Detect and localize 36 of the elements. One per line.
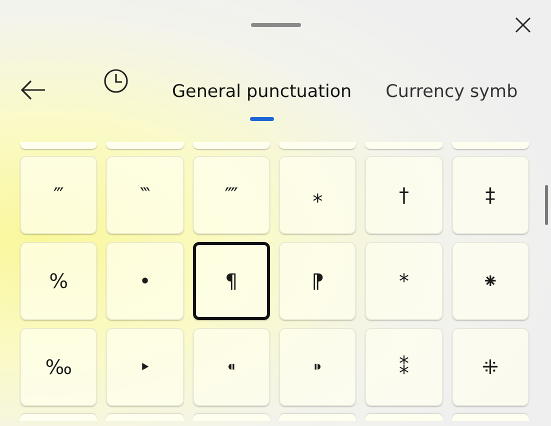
category-tab[interactable]: General punctuation — [172, 59, 352, 121]
symbol-key[interactable]: ‰ — [20, 328, 98, 406]
key-edge[interactable] — [278, 414, 356, 421]
close-icon[interactable] — [515, 17, 531, 33]
symbol-key[interactable]: ‡ — [452, 156, 529, 234]
symbol-key[interactable]: ⁑ — [365, 328, 443, 406]
scrollbar-thumb[interactable] — [545, 185, 548, 225]
symbol-key[interactable]: ⁕ — [452, 242, 529, 320]
key-edge[interactable] — [278, 142, 356, 149]
symbol-key[interactable]: † — [365, 156, 443, 234]
key-edge[interactable] — [452, 414, 529, 421]
key-edge[interactable] — [452, 142, 529, 149]
symbol-key[interactable]: ⁍ — [278, 328, 356, 406]
symbol-key[interactable]: • — [106, 242, 184, 320]
symbol-key[interactable]: ¶ — [192, 242, 270, 320]
key-edge[interactable] — [20, 414, 98, 421]
symbol-key[interactable]: ‷ — [106, 156, 184, 234]
symbol-key[interactable]: ⁋ — [279, 242, 356, 320]
symbol-key[interactable]: * — [365, 242, 443, 320]
key-edge[interactable] — [365, 414, 443, 421]
symbol-key[interactable]: % — [20, 242, 98, 320]
category-tab[interactable]: Currency symb — [386, 59, 518, 121]
key-edge[interactable] — [106, 414, 184, 421]
symbol-key[interactable]: ⁌ — [192, 328, 270, 406]
key-edge[interactable] — [365, 142, 443, 149]
drag-handle[interactable] — [250, 23, 300, 27]
key-edge[interactable] — [20, 142, 98, 149]
symbol-key[interactable]: ‴ — [20, 156, 98, 234]
symbol-key[interactable]: ‣ — [106, 328, 184, 406]
back-arrow-icon[interactable] — [20, 80, 46, 100]
symbol-key[interactable]: ⁜ — [452, 328, 529, 406]
symbol-key[interactable]: ⁗ — [192, 156, 270, 234]
key-edge[interactable] — [192, 142, 270, 149]
key-edge[interactable] — [106, 142, 184, 149]
key-edge[interactable] — [192, 414, 270, 421]
symbol-key[interactable]: ⁎ — [278, 156, 356, 234]
